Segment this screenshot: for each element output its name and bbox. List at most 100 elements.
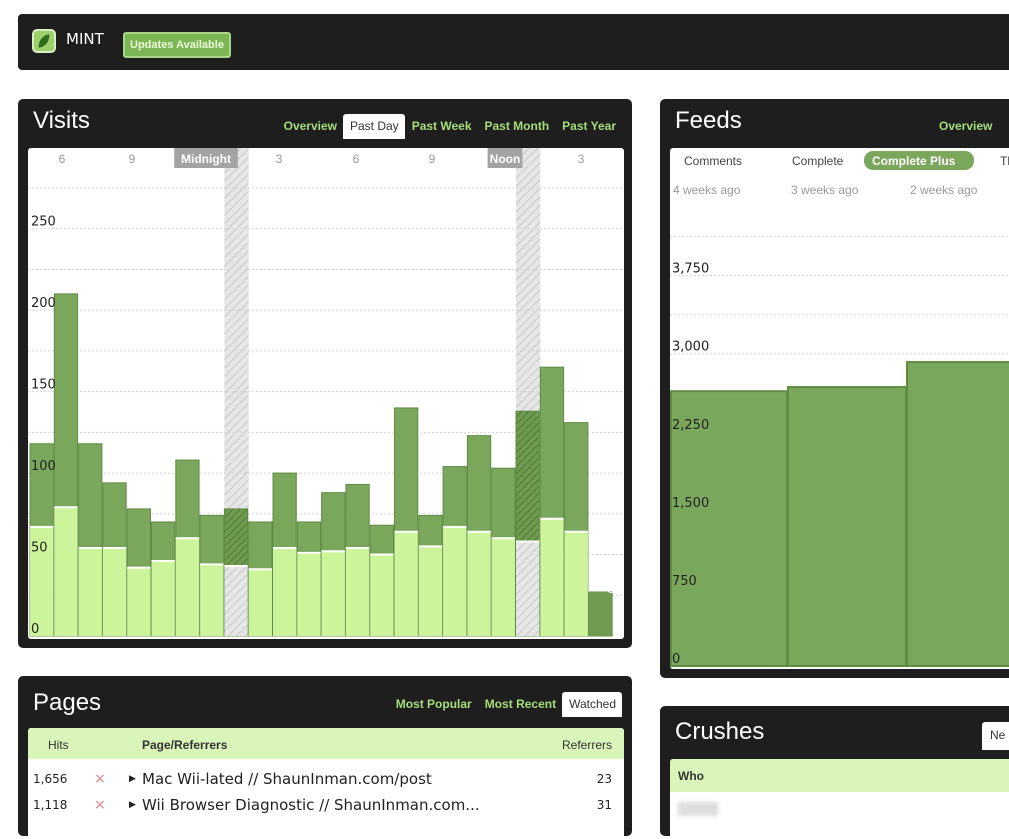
- blurred-avatar: [678, 802, 718, 816]
- feeds-subtab: Complete: [792, 154, 844, 168]
- tab-overview[interactable]: Overview: [277, 114, 343, 139]
- y-tick-label: 3,000: [672, 340, 709, 355]
- visits-unique-bar: [200, 564, 224, 636]
- visits-unique-bar: [540, 518, 564, 636]
- visits-unique-bar: [370, 554, 394, 636]
- hour-label: Midnight: [181, 152, 231, 166]
- tab-feeds-overview[interactable]: Overview: [932, 114, 998, 139]
- row-referrers: 31: [596, 798, 612, 812]
- y-tick-label: 750: [672, 574, 697, 589]
- period-label: 2 weeks ago: [910, 183, 978, 197]
- visits-unique-bar: [588, 592, 613, 636]
- visits-unique-bar: [467, 531, 491, 636]
- tab-past-week[interactable]: Past Week: [405, 114, 478, 139]
- row-hits: 1,656: [33, 772, 68, 786]
- y-tick-label: 3,750: [672, 262, 709, 277]
- feeds-bar: [906, 361, 1009, 668]
- remove-icon[interactable]: ×: [94, 797, 106, 813]
- tab-most-recent[interactable]: Most Recent: [478, 692, 562, 717]
- period-label: 4 weeks ago: [673, 183, 741, 197]
- pages-tabs: Most Popular Most Recent Watched: [389, 692, 622, 717]
- y-tick-label: 0: [672, 652, 680, 667]
- feeds-tabs: Overview: [932, 114, 998, 139]
- table-row[interactable]: 1,656 × ▶ Mac Wii-lated // ShaunInman.co…: [28, 769, 624, 793]
- y-tick-label: 150: [31, 378, 56, 393]
- y-tick-label: 50: [31, 541, 48, 556]
- hour-label: 3: [276, 152, 283, 166]
- visits-unique-bar: [491, 538, 515, 636]
- tab-past-day[interactable]: Past Day: [343, 114, 405, 139]
- feeds-subtab: Comments: [684, 154, 742, 168]
- updates-available-button[interactable]: Updates Available: [123, 32, 231, 58]
- table-row[interactable]: 1,118 × ▶ Wii Browser Diagnostic // Shau…: [28, 795, 624, 819]
- hour-label: 9: [429, 152, 436, 166]
- y-tick-label: 100: [31, 459, 56, 474]
- brand-name: MINT: [66, 30, 104, 48]
- y-tick-label: 250: [31, 215, 56, 230]
- visits-unique-bar: [394, 531, 418, 636]
- visits-unique-bar: [54, 507, 78, 636]
- feeds-panel: Feeds Overview Comments Complete Complete …: [660, 99, 1009, 678]
- visits-unique-bar: [151, 561, 175, 636]
- visits-tabs: Overview Past Day Past Week Past Month P…: [277, 114, 622, 139]
- column-referrers: Referrers: [561, 738, 612, 752]
- pages-table: Hits Page/Referrers Referrers 1,656 × ▶ …: [28, 728, 624, 836]
- remove-icon[interactable]: ×: [94, 771, 106, 787]
- visits-unique-bar: [127, 567, 151, 636]
- visits-unique-bar: [273, 548, 297, 636]
- hour-label: 9: [129, 152, 136, 166]
- feeds-chart: Comments Complete Complete Plus Th 4 weeks a…: [670, 148, 1009, 669]
- mint-leaf-icon: [32, 29, 56, 53]
- y-tick-label: 2,250: [672, 418, 709, 433]
- crushes-table: Who: [670, 759, 1009, 839]
- expand-arrow-icon[interactable]: ▶: [129, 774, 136, 784]
- visits-unique-bar: [345, 548, 370, 636]
- visits-unique-bar: [175, 538, 200, 636]
- row-page-title[interactable]: Mac Wii-lated // ShaunInman.com/post: [142, 770, 432, 788]
- y-tick-label: 1,500: [672, 496, 709, 511]
- visits-unique-bar: [297, 552, 321, 636]
- y-tick-label: 0: [31, 622, 39, 637]
- hour-label: 6: [59, 152, 66, 166]
- visits-unique-bar: [418, 546, 443, 636]
- tab-past-month[interactable]: Past Month: [478, 114, 556, 139]
- feeds-title: Feeds: [675, 107, 742, 134]
- crushes-title: Crushes: [675, 718, 765, 745]
- top-bar: MINT Updates Available: [18, 14, 1009, 70]
- feeds-bar: [787, 386, 907, 667]
- period-label: 3 weeks ago: [791, 183, 859, 197]
- visits-unique-bar: [102, 548, 127, 636]
- visits-unique-bar: [224, 565, 248, 636]
- row-page-title[interactable]: Wii Browser Diagnostic // ShaunInman.com…: [142, 796, 480, 814]
- hour-label: Noon: [490, 152, 521, 166]
- feeds-subtab: Th: [1000, 154, 1009, 168]
- column-hits: Hits: [48, 738, 69, 752]
- tab-watched[interactable]: Watched: [562, 692, 622, 717]
- legend-total-label: To: [607, 557, 621, 571]
- visits-unique-bar: [321, 551, 345, 636]
- crushes-panel: Crushes Ne Who: [660, 706, 1009, 839]
- feeds-subtab: Complete Plus: [872, 154, 956, 168]
- visits-chart: To Un 250 200 150 100 50 0 6 9 Midnight 3 6 9 Noon 3: [28, 148, 624, 639]
- crushes-table-header: Who: [670, 759, 1009, 792]
- feeds-chart-svg: Comments Complete Complete Plus Th 4 weeks a…: [670, 151, 1009, 668]
- visits-title: Visits: [33, 107, 90, 134]
- tab-most-popular[interactable]: Most Popular: [389, 692, 478, 717]
- legend-unique-label: Un: [607, 584, 621, 596]
- expand-arrow-icon[interactable]: ▶: [129, 800, 136, 810]
- visits-unique-bar: [248, 569, 272, 636]
- hour-label: 6: [353, 152, 360, 166]
- y-tick-label: 200: [31, 296, 56, 311]
- tab-crushes-new[interactable]: Ne: [982, 722, 1009, 750]
- pages-panel: Pages Most Popular Most Recent Watched H…: [18, 676, 632, 836]
- tab-past-year[interactable]: Past Year: [555, 114, 622, 139]
- hour-label: 3: [578, 152, 585, 166]
- row-referrers: 23: [596, 772, 612, 786]
- visits-unique-bar: [564, 531, 588, 636]
- row-hits: 1,118: [33, 798, 68, 812]
- pages-title: Pages: [33, 689, 102, 716]
- pages-table-header: Hits Page/Referrers Referrers: [28, 728, 624, 759]
- column-page-referrers: Page/Referrers: [142, 738, 228, 752]
- column-who: Who: [678, 769, 704, 783]
- visits-panel: Visits Overview Past Day Past Week Past …: [18, 99, 632, 648]
